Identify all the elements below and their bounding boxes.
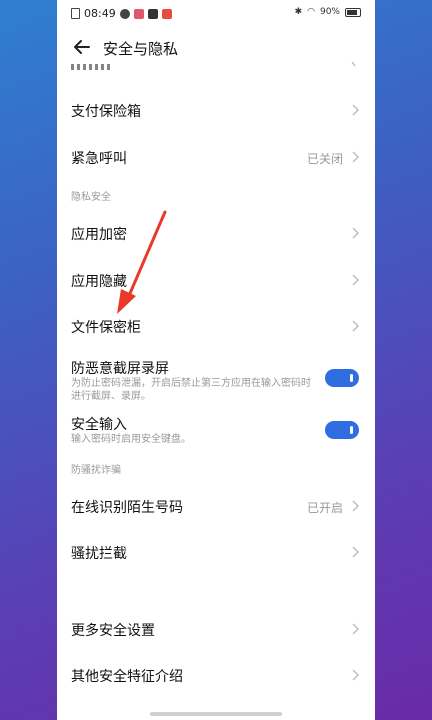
app-notification-icon	[133, 8, 144, 19]
chevron-right-icon	[352, 320, 359, 332]
home-indicator[interactable]	[150, 712, 282, 716]
row-label: 文件保密柜	[71, 320, 141, 336]
app-notification-icon-2	[147, 8, 158, 19]
row-secure-input: 安全输入 输入密码时启用安全键盘。	[57, 410, 375, 450]
scrolled-item-fragment	[71, 64, 111, 70]
row-harass-block[interactable]: 骚扰拦截	[57, 529, 375, 575]
chevron-right-icon	[352, 623, 359, 635]
row-label: 应用加密	[71, 227, 127, 243]
battery-percent: 90%	[319, 7, 340, 17]
chevron-right-icon	[352, 274, 359, 286]
row-label: 其他安全特征介绍	[71, 669, 183, 685]
anti-capture-toggle[interactable]	[325, 369, 359, 387]
row-label: 紧急呼叫	[71, 151, 127, 167]
phone-screen: 08:49 ✱ ◠ 90% 安全与隐私 支付保险箱 紧急呼叫 已关闭 隐私安全	[57, 0, 375, 720]
row-label: 应用隐藏	[71, 274, 127, 290]
status-time: 08:49	[84, 7, 116, 20]
wifi-icon: ◠	[307, 7, 315, 17]
battery-icon	[345, 7, 361, 17]
chevron-right-icon	[352, 151, 359, 163]
section-header-anti-fraud: 防骚扰诈骗	[71, 465, 121, 476]
row-description: 为防止密码泄漏，开启后禁止第三方应用在输入密码时进行截屏、录屏。	[71, 378, 311, 402]
row-other-features[interactable]: 其他安全特征介绍	[57, 652, 375, 698]
row-anti-capture: 防恶意截屏录屏 为防止密码泄漏，开启后禁止第三方应用在输入密码时进行截屏、录屏。	[57, 352, 375, 404]
row-label: 防恶意截屏录屏	[71, 361, 169, 377]
chevron-right-icon	[352, 104, 359, 116]
page-title: 安全与隐私	[103, 40, 179, 58]
document-icon	[71, 8, 80, 19]
chevron-right-icon	[352, 500, 359, 512]
row-app-hide[interactable]: 应用隐藏	[57, 257, 375, 303]
row-value: 已开启	[306, 501, 343, 515]
row-more-security[interactable]: 更多安全设置	[57, 606, 375, 652]
back-arrow-icon[interactable]	[71, 36, 93, 58]
row-label: 安全输入	[71, 417, 127, 433]
row-value: 已关闭	[306, 152, 343, 166]
row-label: 更多安全设置	[71, 623, 155, 639]
row-file-safe[interactable]: 文件保密柜	[57, 303, 375, 349]
row-payment-box[interactable]: 支付保险箱	[57, 87, 375, 133]
row-label: 骚扰拦截	[71, 546, 127, 562]
secure-input-toggle[interactable]	[325, 421, 359, 439]
row-description: 输入密码时启用安全键盘。	[71, 434, 191, 445]
bluetooth-icon: ✱	[294, 7, 303, 17]
header: 安全与隐私	[57, 30, 375, 66]
row-label: 支付保险箱	[71, 104, 141, 120]
notification-icon	[119, 8, 130, 19]
row-label: 在线识别陌生号码	[71, 500, 183, 516]
row-emergency-call[interactable]: 紧急呼叫 已关闭	[57, 134, 375, 180]
section-header-privacy: 隐私安全	[71, 192, 111, 203]
chevron-right-icon	[352, 227, 359, 239]
row-stranger-id[interactable]: 在线识别陌生号码 已开启	[57, 483, 375, 529]
chevron-right-icon	[352, 669, 359, 681]
chevron-right-icon	[351, 62, 356, 67]
app-notification-icon-3	[161, 8, 172, 19]
row-app-encrypt[interactable]: 应用加密	[57, 210, 375, 256]
chevron-right-icon	[352, 546, 359, 558]
status-bar: 08:49 ✱ ◠ 90%	[57, 0, 375, 28]
